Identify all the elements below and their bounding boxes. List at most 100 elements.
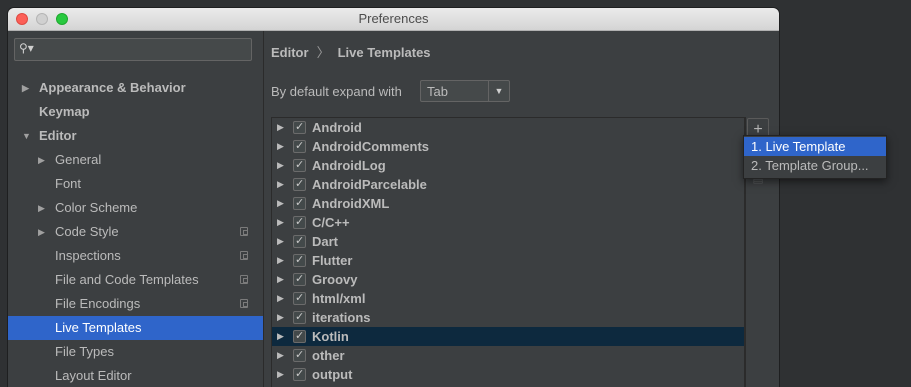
breadcrumb-page: Live Templates [337,45,431,60]
expand-arrow-icon[interactable]: ▶ [277,251,284,270]
template-group-row[interactable]: ▶ Groovy [272,270,744,289]
group-enabled-checkbox[interactable] [293,308,306,327]
expand-arrow-icon[interactable]: ▶ [277,365,284,384]
expand-arrow-icon[interactable]: ▶ [277,308,284,327]
group-enabled-checkbox[interactable] [293,118,306,137]
title-bar[interactable]: Preferences [8,8,779,31]
group-enabled-checkbox[interactable] [293,289,306,308]
project-scope-icon [240,299,248,308]
sidebar-item-editor[interactable]: ▼ Editor [8,124,263,148]
template-group-row[interactable]: ▶ Android [272,118,744,137]
sidebar-item-color-scheme[interactable]: ▶ Color Scheme [8,196,263,220]
search-input[interactable]: ⚲▾ [14,38,252,61]
sidebar-item-font[interactable]: Font [8,172,263,196]
sidebar-item-file-types[interactable]: File Types [8,340,263,364]
group-enabled-checkbox[interactable] [293,251,306,270]
sidebar-item-label: Appearance & Behavior [39,80,186,95]
sidebar-item-layout-editor[interactable]: Layout Editor [8,364,263,387]
group-enabled-checkbox[interactable] [293,346,306,365]
chevron-down-icon[interactable]: ▼ [488,81,509,101]
expand-arrow-icon[interactable]: ▶ [277,137,284,156]
template-group-row[interactable]: ▶ iterations [272,308,744,327]
menu-item-live-template[interactable]: 1. Live Template [744,137,886,156]
group-enabled-checkbox[interactable] [293,270,306,289]
template-group-name: iterations [312,310,371,325]
template-group-name: Dart [312,234,339,249]
template-group-row[interactable]: ▶ C/C++ [272,213,744,232]
expand-with-label: By default expand with [271,84,402,99]
sidebar-item-code-style[interactable]: ▶ Code Style [8,220,263,244]
expand-arrow-icon[interactable]: ▶ [277,175,284,194]
breadcrumb: Editor 〉 Live Templates [271,42,431,61]
window-title: Preferences [358,11,429,26]
sidebar-item-label: General [55,152,102,167]
expand-arrow-icon[interactable]: ▶ [277,118,284,137]
template-group-row[interactable]: ▶ AndroidComments [272,137,744,156]
project-scope-icon [240,251,248,260]
template-group-name: AndroidComments [312,139,429,154]
group-enabled-checkbox[interactable] [293,213,306,232]
sidebar-item-label: File Encodings [55,296,141,311]
template-group-name: output [312,367,353,382]
template-group-name: html/xml [312,291,366,306]
project-scope-icon [240,227,248,236]
template-group-name: Flutter [312,253,353,268]
group-enabled-checkbox[interactable] [293,365,306,384]
search-icon: ⚲▾ [19,41,34,55]
collapsed-arrow-icon[interactable]: ▶ [38,220,45,244]
group-enabled-checkbox[interactable] [293,194,306,213]
project-scope-icon [240,275,248,284]
add-menu-popup: 1. Live Template 2. Template Group... [743,135,887,179]
template-group-name: Groovy [312,272,358,287]
expand-arrow-icon[interactable]: ▶ [277,270,284,289]
sidebar-item-file-and-code-templates[interactable]: File and Code Templates [8,268,263,292]
sidebar-item-label: Live Templates [55,320,142,335]
expand-arrow-icon[interactable]: ▶ [277,232,284,251]
expand-arrow-icon[interactable]: ▶ [277,289,284,308]
sidebar-item-label: Editor [39,128,77,143]
template-group-name: C/C++ [312,215,350,230]
template-group-name: Android [312,120,362,135]
expand-arrow-icon[interactable]: ▶ [277,346,284,365]
sidebar-item-label: Color Scheme [55,200,138,215]
template-group-row[interactable]: ▶ AndroidParcelable [272,175,744,194]
template-groups-list[interactable]: ▶ Android ▶ AndroidComments ▶ AndroidLog ▶ Andr… [271,117,745,387]
expand-arrow-icon[interactable]: ▶ [277,194,284,213]
sidebar-item-label: Keymap [39,104,90,119]
expand-with-value: Tab [427,84,448,99]
template-group-row[interactable]: ▶ output [272,365,744,384]
breadcrumb-section: Editor [271,45,309,60]
template-group-row[interactable]: ▶ other [272,346,744,365]
group-enabled-checkbox[interactable] [293,327,306,346]
sidebar-item-inspections[interactable]: Inspections [8,244,263,268]
template-group-name: other [312,348,345,363]
collapsed-arrow-icon[interactable]: ▶ [38,196,45,220]
group-enabled-checkbox[interactable] [293,156,306,175]
sidebar-item-appearance-behavior[interactable]: ▶ Appearance & Behavior [8,76,263,100]
expand-arrow-icon[interactable]: ▶ [277,156,284,175]
sidebar-item-file-encodings[interactable]: File Encodings [8,292,263,316]
template-group-name: AndroidParcelable [312,177,427,192]
sidebar-item-label: Inspections [55,248,121,263]
template-group-row[interactable]: ▶ AndroidXML [272,194,744,213]
expand-with-dropdown[interactable]: Tab ▼ [420,80,510,102]
collapsed-arrow-icon[interactable]: ▶ [38,148,45,172]
group-enabled-checkbox[interactable] [293,137,306,156]
expanded-arrow-icon[interactable]: ▼ [22,124,31,148]
expand-arrow-icon[interactable]: ▶ [277,327,284,346]
template-group-name: AndroidXML [312,196,390,211]
template-group-row[interactable]: ▶ Flutter [272,251,744,270]
group-enabled-checkbox[interactable] [293,175,306,194]
group-enabled-checkbox[interactable] [293,232,306,251]
template-group-row[interactable]: ▶ html/xml [272,289,744,308]
menu-item-template-group[interactable]: 2. Template Group... [744,156,886,175]
collapsed-arrow-icon[interactable]: ▶ [22,76,29,100]
template-group-row[interactable]: ▶ Kotlin [272,327,744,346]
sidebar-item-label: File Types [55,344,115,359]
sidebar-item-general[interactable]: ▶ General [8,148,263,172]
sidebar-item-keymap[interactable]: Keymap [8,100,263,124]
sidebar-item-live-templates[interactable]: Live Templates [8,316,263,340]
expand-arrow-icon[interactable]: ▶ [277,213,284,232]
template-group-row[interactable]: ▶ Dart [272,232,744,251]
template-group-row[interactable]: ▶ AndroidLog [272,156,744,175]
